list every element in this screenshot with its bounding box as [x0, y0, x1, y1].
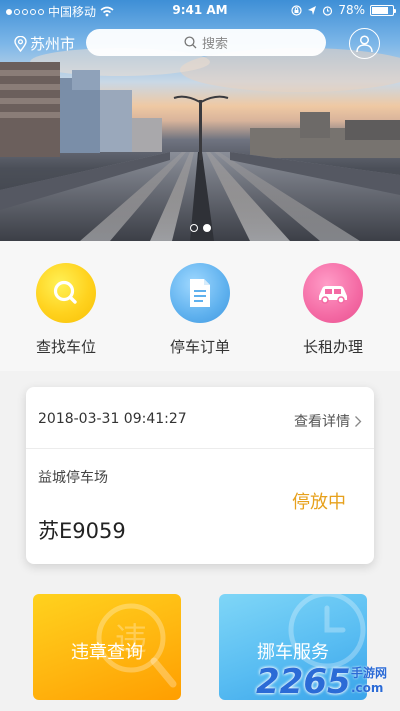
card-header: 2018-03-31 09:41:27 查看详情: [26, 387, 374, 449]
current-parking-card[interactable]: 2018-03-31 09:41:27 查看详情 益城停车场 停放中 苏E905…: [26, 387, 374, 564]
search-placeholder: 搜索: [201, 37, 228, 52]
parking-start-time: 2018-03-31 09:41:27: [38, 411, 187, 427]
watermark-brand: 2265: [256, 662, 351, 702]
carousel-dot[interactable]: [189, 224, 198, 232]
location-pin-icon: [14, 35, 27, 52]
view-details-label: 查看详情: [294, 414, 350, 430]
move-car-service-label: 挪车服务: [257, 642, 329, 663]
license-plate: 苏E9059: [38, 519, 126, 543]
carousel-indicator: [0, 224, 400, 232]
search-bar[interactable]: 搜索: [86, 29, 326, 56]
orientation-lock-icon: [291, 4, 302, 16]
car-icon: [319, 286, 347, 304]
carousel-dot-active[interactable]: [202, 224, 211, 232]
watermark-tail: .com: [351, 681, 384, 695]
search-icon: [184, 36, 197, 49]
parking-status: 停放中: [292, 492, 346, 513]
battery-fill: [372, 6, 388, 14]
user-profile-button[interactable]: [349, 28, 380, 59]
parking-orders-icon-circle: [170, 263, 230, 323]
status-right: 78%: [291, 3, 396, 17]
location-arrow-icon: [308, 5, 317, 15]
parking-orders-button[interactable]: 停车订单: [145, 263, 255, 357]
battery-percent: 78%: [338, 3, 365, 17]
long-term-rental-button[interactable]: 长租办理: [278, 263, 388, 357]
long-term-rental-label: 长租办理: [302, 338, 363, 356]
city-selector[interactable]: 苏州市: [14, 33, 75, 54]
search-icon: [53, 280, 77, 304]
alarm-icon: [323, 5, 333, 16]
view-details-link[interactable]: 查看详情: [294, 411, 362, 431]
battery-icon: [370, 4, 396, 16]
document-icon: [190, 279, 210, 307]
parking-orders-label: 停车订单: [169, 338, 230, 356]
user-icon: [356, 35, 373, 53]
violation-query-button[interactable]: 违 违章查询: [33, 594, 181, 700]
long-term-rental-icon-circle: [303, 263, 363, 323]
quick-actions: 查找车位 停车订单 长租办理: [0, 241, 400, 371]
status-bar: 中国移动 9:41 AM 78%: [0, 0, 400, 22]
watermark-sub-label: 手游网: [351, 666, 388, 680]
site-watermark-logo: 2265: [256, 662, 351, 702]
hero-banner[interactable]: 中国移动 9:41 AM 78% 苏州市 搜索: [0, 0, 400, 241]
site-watermark-sub: 手游网 .com: [351, 664, 387, 695]
chevron-right-icon: [355, 415, 362, 427]
find-parking-button[interactable]: 查找车位: [11, 263, 121, 357]
parking-lot-name: 益城停车场: [38, 470, 108, 486]
violation-query-label: 违章查询: [71, 642, 143, 663]
find-parking-label: 查找车位: [35, 338, 96, 356]
find-parking-icon-circle: [36, 263, 96, 323]
city-name: 苏州市: [30, 35, 76, 53]
